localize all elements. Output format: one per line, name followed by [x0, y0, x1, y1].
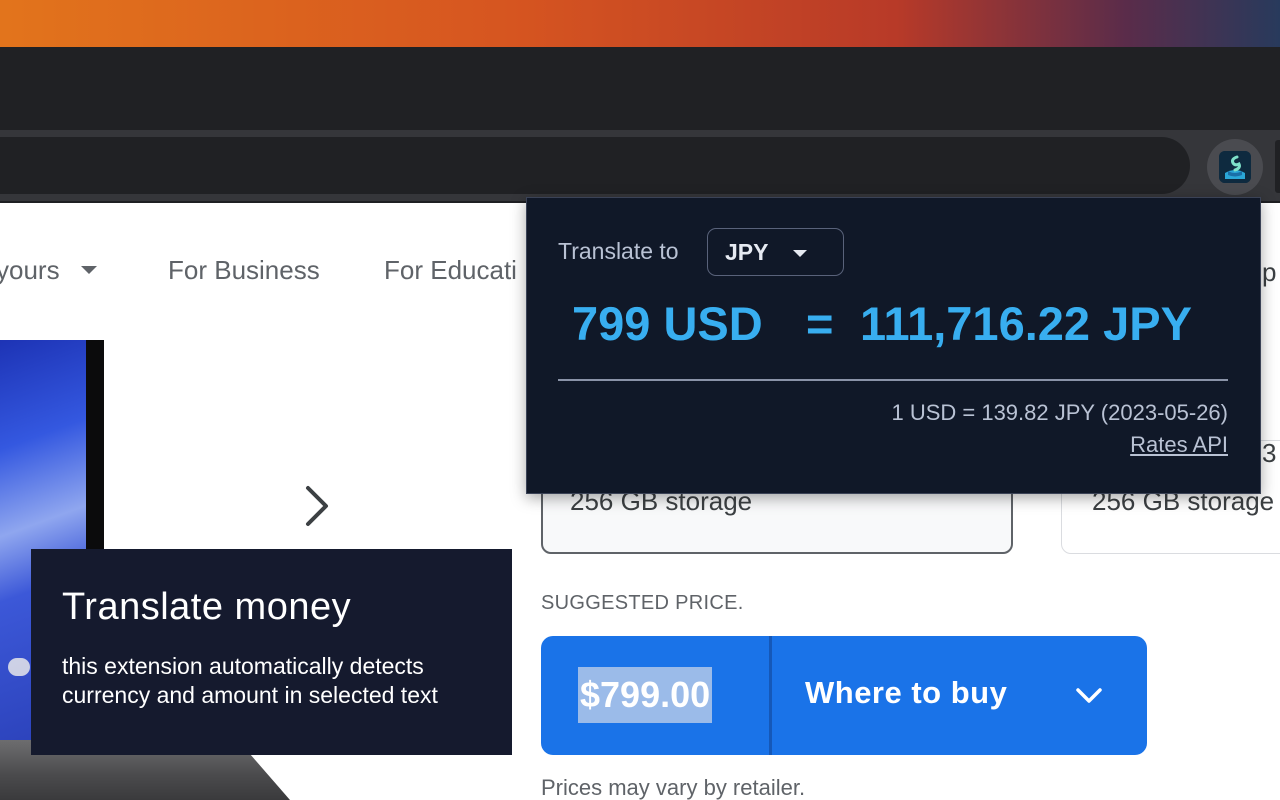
exchange-rate-text: 1 USD = 139.82 JPY (2023-05-26) [891, 400, 1228, 425]
nav-item-for-business[interactable]: For Business [168, 255, 320, 286]
nav-dropdown-icon[interactable] [81, 266, 97, 274]
popup-divider [558, 379, 1228, 381]
carousel-next-button[interactable] [295, 484, 339, 528]
suggested-price-label: SUGGESTED PRICE. [541, 592, 744, 614]
price-selected-text[interactable]: $799.00 [578, 667, 713, 723]
nav-item-partial[interactable]: p [1262, 257, 1276, 288]
image-info-badge[interactable] [8, 658, 30, 676]
translate-to-label: Translate to [558, 238, 679, 264]
target-currency-value: JPY [725, 239, 769, 265]
desktop-wallpaper [0, 0, 1280, 47]
conversion-source-amount: 799 USD [572, 297, 763, 350]
conversion-result-amount: 111,716.22 JPY [860, 297, 1192, 350]
where-to-buy-button[interactable]: Where to buy [805, 675, 1007, 711]
currency-translator-extension-icon [1219, 151, 1251, 183]
chevron-right-icon [306, 486, 328, 526]
chevron-down-icon[interactable] [1075, 684, 1103, 706]
caret-down-icon [793, 250, 807, 257]
nav-item-yours[interactable]: yours [0, 255, 60, 286]
conversion-equals-sign: = [806, 297, 834, 350]
promo-caption-title: Translate money [62, 586, 352, 628]
buy-bar-divider [769, 636, 772, 755]
storage-option-partial: 3 [1262, 438, 1277, 468]
toolbar-separator [1275, 140, 1280, 193]
browser-tab-strip [0, 47, 1280, 130]
extension-button[interactable] [1207, 139, 1263, 195]
prices-vary-note: Prices may vary by retailer. [541, 775, 806, 800]
promo-caption-body: this extension automatically detects cur… [62, 653, 438, 708]
address-bar[interactable] [0, 137, 1190, 194]
nav-item-for-education[interactable]: For Educati [384, 255, 517, 286]
rates-api-link[interactable]: Rates API [1130, 432, 1228, 458]
